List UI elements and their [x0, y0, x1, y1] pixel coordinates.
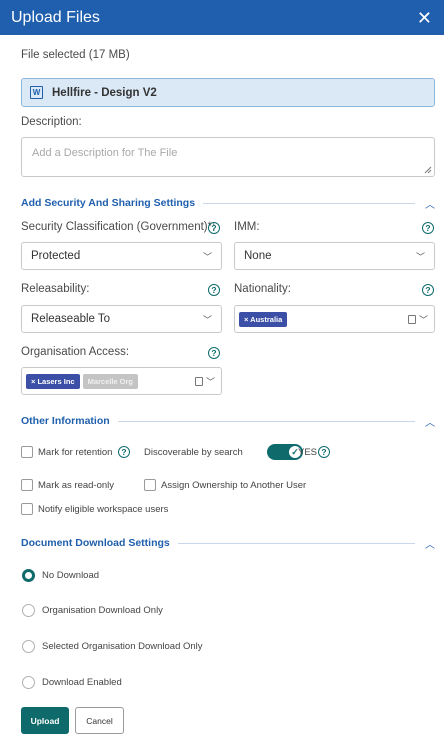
description-textarea[interactable]: Add a Description for The File [21, 137, 435, 177]
chevron-down-icon: ﹀ [202, 314, 212, 325]
imm-value: None [244, 250, 272, 262]
description-label: Description: [21, 116, 82, 128]
other-info-section-header[interactable]: Other Information ︿ [21, 414, 435, 429]
releasability-value: Releaseable To [31, 313, 111, 325]
assign-ownership-label: Assign Ownership to Another User [161, 480, 307, 491]
organisation-chip[interactable]: Marcelle Org [82, 373, 139, 389]
section-divider [177, 542, 415, 544]
imm-select[interactable]: None ﹀ [234, 242, 435, 270]
clear-list-icon[interactable] [407, 314, 416, 324]
section-divider [117, 420, 415, 422]
radio-organisation-download[interactable] [22, 604, 35, 617]
organisation-access-multiselect[interactable]: × Lasers Inc Marcelle Org ﹀ [21, 367, 222, 395]
radio-label: Selected Organisation Download Only [42, 641, 203, 652]
nationality-chip[interactable]: × Australia [239, 311, 288, 327]
releasability-label: Releasability: [21, 283, 90, 295]
security-section-title: Add Security And Sharing Settings [21, 197, 196, 209]
chevron-up-icon[interactable]: ︿ [425, 196, 435, 211]
classification-select[interactable]: Protected ﹀ [21, 242, 222, 270]
read-only-label: Mark as read-only [38, 480, 115, 491]
chevron-down-icon: ﹀ [202, 251, 212, 262]
nationality-multiselect[interactable]: × Australia ﹀ [234, 305, 435, 333]
assign-ownership-checkbox[interactable] [144, 479, 156, 491]
download-section-title: Document Download Settings [21, 537, 170, 549]
clear-list-icon[interactable] [194, 376, 203, 386]
close-icon[interactable]: ✕ [417, 9, 432, 27]
radio-download-enabled[interactable] [22, 676, 35, 689]
dialog-title: Upload Files [11, 8, 100, 26]
cancel-button[interactable]: Cancel [75, 707, 124, 734]
retention-label: Mark for retention [38, 447, 113, 458]
releasability-select[interactable]: Releaseable To ﹀ [21, 305, 222, 333]
word-document-icon: W [30, 86, 43, 99]
classification-label: Security Classification (Government)*: [21, 221, 216, 233]
retention-checkbox[interactable] [21, 446, 33, 458]
other-info-section-title: Other Information [21, 415, 110, 427]
organisation-access-label: Organisation Access: [21, 346, 130, 358]
upload-button[interactable]: Upload [21, 707, 69, 734]
notify-users-label: Notify eligible workspace users [38, 504, 169, 515]
download-section-header[interactable]: Document Download Settings ︿ [21, 536, 435, 551]
section-divider [203, 202, 415, 204]
radio-label: Download Enabled [42, 677, 122, 688]
help-icon[interactable]: ? [118, 446, 130, 458]
file-selected-text: File selected (17 MB) [21, 49, 130, 61]
chevron-down-icon: ﹀ [415, 251, 425, 262]
notify-users-checkbox[interactable] [21, 503, 33, 515]
radio-label: No Download [42, 570, 100, 581]
help-icon[interactable]: ? [422, 284, 434, 296]
discoverable-label: Discoverable by search [144, 447, 243, 458]
selected-file-box: W Hellfire - Design V2 [21, 78, 435, 107]
security-section-header[interactable]: Add Security And Sharing Settings ︿ [21, 196, 435, 211]
organisation-chip[interactable]: × Lasers Inc [26, 373, 80, 389]
file-name: Hellfire - Design V2 [52, 86, 157, 99]
radio-label: Organisation Download Only [42, 605, 163, 616]
help-icon[interactable]: ? [208, 347, 220, 359]
help-icon[interactable]: ? [208, 284, 220, 296]
imm-label: IMM: [234, 221, 260, 233]
radio-no-download[interactable] [22, 569, 35, 582]
help-icon[interactable]: ? [318, 446, 330, 458]
read-only-checkbox[interactable] [21, 479, 33, 491]
resize-handle-icon[interactable] [424, 166, 432, 174]
help-icon[interactable]: ? [422, 222, 434, 234]
radio-selected-organisation-download[interactable] [22, 640, 35, 653]
chevron-up-icon[interactable]: ︿ [425, 414, 435, 429]
help-icon[interactable]: ? [208, 222, 220, 234]
dialog-title-bar: Upload Files ✕ [0, 0, 444, 35]
chevron-down-icon: ﹀ [205, 376, 215, 387]
chevron-down-icon: ﹀ [418, 314, 428, 325]
nationality-label: Nationality: [234, 283, 291, 295]
classification-value: Protected [31, 250, 81, 262]
description-placeholder: Add a Description for The File [32, 147, 178, 159]
toggle-yes-text: YES [298, 447, 318, 458]
chevron-up-icon[interactable]: ︿ [425, 536, 435, 551]
